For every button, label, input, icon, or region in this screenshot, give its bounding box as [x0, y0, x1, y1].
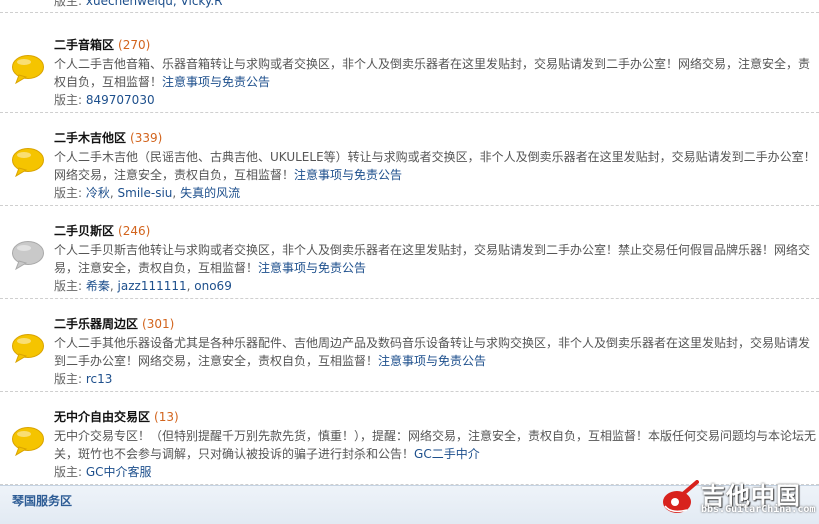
forum-description: 无中介交易专区！（但特别提醒千万别先款先货，慎重！），提醒：网络交易，注意安全，… — [54, 427, 819, 463]
forum-description: 个人二手贝斯吉他转让与求购或者交换区，非个人及倒卖乐器者在这里发贴封，交易贴请发… — [54, 241, 819, 277]
forum-description-text: 个人二手木吉他（民谣吉他、古典吉他、UKULELE等）转让与求购或者交换区，非个… — [54, 150, 816, 182]
yellow-bubble-icon — [12, 55, 44, 84]
moderator-link[interactable]: ono69 — [194, 279, 232, 293]
moderator-link[interactable]: 冷秋 — [86, 186, 110, 200]
forum-name-link[interactable]: 二手音箱区 — [54, 38, 114, 52]
moderators-label: 版主: — [54, 372, 83, 386]
moderator-link[interactable]: xuechenweiqu, Vicky.R — [86, 0, 223, 8]
watermark-url: bbs.GuitarChina.com — [701, 504, 816, 515]
forum-name-link[interactable]: 二手木吉他区 — [54, 131, 126, 145]
forum-name-link[interactable]: 无中介自由交易区 — [54, 410, 150, 424]
forum-title-line: 二手乐器周边区 (301) — [54, 315, 819, 334]
forum-post-count: (270) — [118, 38, 151, 52]
moderator-link[interactable]: 希秦 — [86, 279, 110, 293]
forum-description: 个人二手木吉他（民谣吉他、古典吉他、UKULELE等）转让与求购或者交换区，非个… — [54, 148, 819, 184]
yellow-bubble-icon — [12, 427, 44, 456]
forum-post-count: (339) — [130, 131, 163, 145]
moderators-label: 版主: — [54, 186, 83, 200]
section-header: 琴国服务区 吉他中国 bbs.GuitarChina.com — [0, 480, 819, 524]
moderator-link[interactable]: jazz111111 — [118, 279, 187, 293]
forum-content: 二手木吉他区 (339) 个人二手木吉他（民谣吉他、古典吉他、UKULELE等）转让… — [54, 129, 819, 203]
moderators-line: 版主: 希秦, jazz111111, ono69 — [54, 279, 232, 293]
forum-content: 无中介自由交易区 (13) 无中介交易专区！（但特别提醒千万别先款先货，慎重！），提… — [54, 408, 819, 482]
moderators-line: 版主: 冷秋, Smile-siu, 失真的风流 — [54, 186, 241, 200]
moderator-link[interactable]: rc13 — [86, 372, 113, 386]
gray-bubble-icon — [12, 241, 44, 270]
yellow-bubble-icon — [12, 334, 44, 363]
moderators-line: 版主: xuechenweiqu, Vicky.R — [54, 0, 222, 9]
moderator-link[interactable]: Smile-siu — [118, 186, 173, 200]
forum-row-partial: 版主: xuechenweiqu, Vicky.R — [0, 0, 819, 13]
forum-content: 二手乐器周边区 (301) 个人二手其他乐器设备尤其是各种乐器配件、吉他周边产品及数… — [54, 315, 819, 389]
forum-notice-link[interactable]: GC二手中介 — [414, 447, 480, 461]
forum-row: 二手贝斯区 (246) 个人二手贝斯吉他转让与求购或者交换区，非个人及倒卖乐器者在这… — [0, 206, 819, 299]
forum-post-count: (246) — [118, 224, 151, 238]
forum-name-link[interactable]: 二手乐器周边区 — [54, 317, 138, 331]
forum-title-line: 二手音箱区 (270) — [54, 36, 819, 55]
guitar-logo-icon — [663, 480, 699, 513]
forum-row: 二手乐器周边区 (301) 个人二手其他乐器设备尤其是各种乐器配件、吉他周边产品及数… — [0, 299, 819, 392]
forum-notice-link[interactable]: 注意事项与免责公告 — [378, 354, 486, 368]
forum-title-line: 二手贝斯区 (246) — [54, 222, 819, 241]
forum-name-link[interactable]: 二手贝斯区 — [54, 224, 114, 238]
forum-row: 二手木吉他区 (339) 个人二手木吉他（民谣吉他、古典吉他、UKULELE等）转让… — [0, 113, 819, 206]
moderators-label: 版主: — [54, 465, 83, 479]
forum-description: 个人二手吉他音箱、乐器音箱转让与求购或者交换区，非个人及倒卖乐器者在这里发贴封，… — [54, 55, 819, 91]
forum-content: 二手贝斯区 (246) 个人二手贝斯吉他转让与求购或者交换区，非个人及倒卖乐器者在这… — [54, 222, 819, 296]
moderators-label: 版主: — [54, 279, 83, 293]
forum-row: 无中介自由交易区 (13) 无中介交易专区！（但特别提醒千万别先款先货，慎重！），提… — [0, 392, 819, 485]
moderators-line: 版主: rc13 — [54, 370, 819, 389]
moderator-link[interactable]: GC中介客服 — [86, 465, 152, 479]
moderators-label: 版主: — [54, 93, 83, 107]
moderators-label: 版主: — [54, 0, 83, 8]
moderator-link[interactable]: 849707030 — [86, 93, 155, 107]
moderator-link[interactable]: 失真的风流 — [180, 186, 240, 200]
forum-title-line: 无中介自由交易区 (13) — [54, 408, 819, 427]
moderators-line: 版主: 849707030 — [54, 91, 819, 110]
forum-description-text: 个人二手贝斯吉他转让与求购或者交换区，非个人及倒卖乐器者在这里发贴封，交易贴请发… — [54, 243, 811, 275]
forum-content: 二手音箱区 (270) 个人二手吉他音箱、乐器音箱转让与求购或者交换区，非个人及倒卖… — [54, 36, 819, 110]
yellow-bubble-icon — [12, 148, 44, 177]
forum-notice-link[interactable]: 注意事项与免责公告 — [294, 168, 402, 182]
forum-post-count: (301) — [142, 317, 175, 331]
forum-title-line: 二手木吉他区 (339) — [54, 129, 819, 148]
forum-description: 个人二手其他乐器设备尤其是各种乐器配件、吉他周边产品及数码音乐设备转让与求购交换… — [54, 334, 819, 370]
site-watermark: 吉他中国 bbs.GuitarChina.com — [661, 478, 815, 518]
forum-notice-link[interactable]: 注意事项与免责公告 — [258, 261, 366, 275]
forum-row: 二手音箱区 (270) 个人二手吉他音箱、乐器音箱转让与求购或者交换区，非个人及倒卖… — [0, 20, 819, 113]
section-title[interactable]: 琴国服务区 — [12, 492, 72, 509]
forum-post-count: (13) — [154, 410, 179, 424]
forum-notice-link[interactable]: 注意事项与免责公告 — [162, 75, 270, 89]
